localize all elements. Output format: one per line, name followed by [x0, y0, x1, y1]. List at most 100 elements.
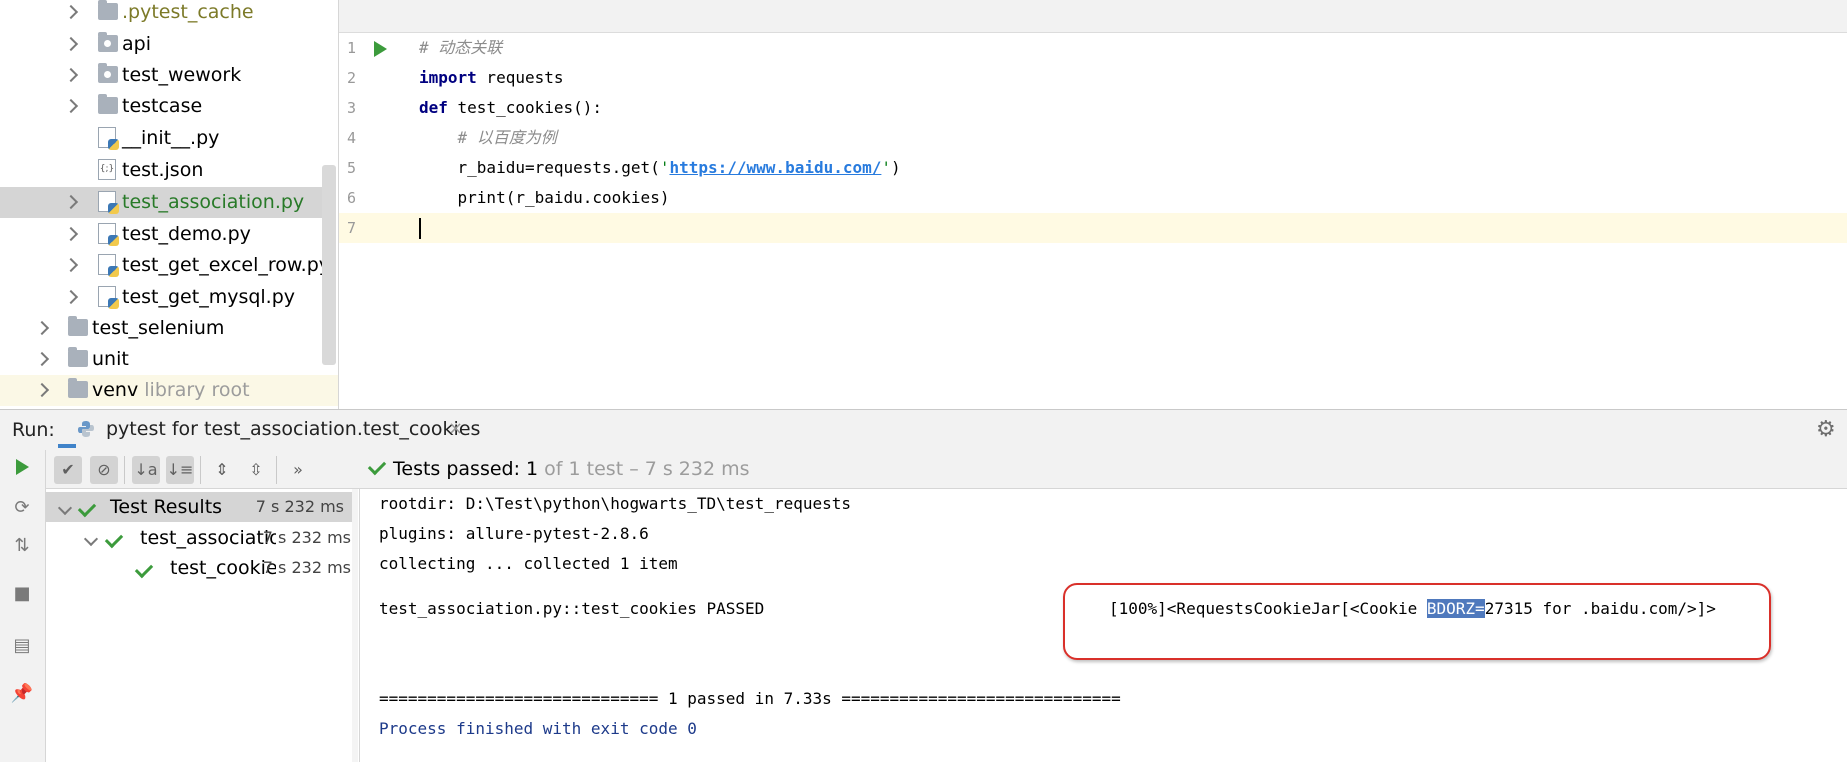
- gear-icon[interactable]: ⚙: [1816, 417, 1836, 442]
- chevron-down-icon[interactable]: [57, 500, 73, 516]
- tree-item-test-selenium[interactable]: test_selenium: [0, 313, 338, 344]
- tree-item-test-json[interactable]: {;} test.json: [0, 155, 338, 186]
- chevron-down-icon[interactable]: [83, 531, 99, 547]
- tree-item-label: test_get_excel_row.py: [122, 254, 331, 276]
- code-text: # 动态关联: [419, 38, 503, 57]
- folder-icon: [68, 347, 88, 367]
- tests-status: Tests passed: 1 of 1 test – 7 s 232 ms: [367, 456, 750, 480]
- console-summary: ============================= 1 passed i…: [379, 689, 1121, 708]
- tests-detail-text: of 1 test – 7 s 232 ms: [538, 458, 750, 480]
- chevron-right-icon[interactable]: [64, 250, 78, 281]
- folder-icon: [98, 94, 118, 114]
- sort-duration-icon[interactable]: ↓≡: [166, 456, 194, 484]
- tree-item-label: test_wework: [122, 64, 242, 86]
- json-file-icon: {;}: [98, 159, 116, 180]
- console-exit-line: Process finished with exit code 0: [379, 719, 697, 738]
- test-results-module[interactable]: test_association 7 s 232 ms: [46, 523, 359, 553]
- show-passed-icon[interactable]: ✔: [54, 456, 82, 484]
- test-results-tree: Test Results 7 s 232 ms test_association…: [46, 489, 360, 762]
- result-time: 7 s 232 ms: [255, 497, 344, 516]
- python-file-icon: [98, 223, 119, 246]
- folder-icon: [68, 316, 88, 336]
- tree-item-label: test_selenium: [92, 317, 225, 339]
- line-number: 1: [347, 39, 357, 57]
- chevron-right-icon[interactable]: [35, 313, 49, 344]
- tree-item-label: test_demo.py: [122, 223, 251, 245]
- tree-item-testcase[interactable]: testcase: [0, 91, 338, 122]
- code-line[interactable]: 5 r_baidu=requests.get('https://www.baid…: [339, 153, 1847, 183]
- line-number: 6: [347, 189, 357, 207]
- line-number: 7: [347, 219, 357, 237]
- package-folder-icon: [98, 32, 118, 52]
- chevron-right-icon[interactable]: [64, 187, 78, 218]
- code-line[interactable]: 6 print(r_baidu.cookies): [339, 183, 1847, 213]
- tree-item-unit[interactable]: unit: [0, 344, 338, 375]
- code-text: def test_cookies():: [419, 98, 603, 117]
- result-label: Test Results: [110, 496, 223, 518]
- code-line[interactable]: 4 # 以百度为例: [339, 123, 1847, 153]
- library-root-label: library root: [144, 379, 250, 401]
- sort-alpha-icon[interactable]: ↓a: [132, 456, 160, 484]
- test-toolbar: ✔ ⊘ ↓a ↓≡ ⇕ ⇳ » Tests passed: 1 of 1 tes…: [46, 450, 1847, 489]
- chevron-right-icon[interactable]: [35, 344, 49, 375]
- code-editor[interactable]: 1 # 动态关联 2 import requests 3 def test_cookies…: [339, 33, 1847, 409]
- python-file-icon: [98, 286, 119, 309]
- tree-item-label: unit: [92, 348, 129, 370]
- chevron-right-icon[interactable]: [64, 0, 78, 28]
- code-line[interactable]: 1 # 动态关联: [339, 33, 1847, 63]
- code-line[interactable]: 2 import requests: [339, 63, 1847, 93]
- close-icon[interactable]: ×: [448, 418, 463, 439]
- run-tab-title: pytest for test_association.test_cookies: [106, 418, 481, 440]
- run-label: Run:: [12, 419, 55, 441]
- check-icon: [134, 559, 154, 579]
- pin-icon[interactable]: 📌: [10, 682, 34, 706]
- rerun-failed-icon[interactable]: ⟳: [10, 496, 34, 520]
- rerun-icon[interactable]: [10, 458, 34, 482]
- code-text: # 以百度为例: [419, 128, 557, 147]
- tree-scrollbar[interactable]: [322, 165, 336, 365]
- line-number: 3: [347, 99, 357, 117]
- tree-item-pytest-cache[interactable]: .pytest_cache: [0, 0, 338, 28]
- stop-icon[interactable]: ■: [10, 582, 34, 606]
- test-results-case[interactable]: test_cookies 7 s 232 ms: [46, 553, 359, 583]
- check-icon: [77, 498, 97, 518]
- layout-icon[interactable]: ▤: [10, 634, 34, 658]
- expand-all-icon[interactable]: ⇕: [208, 456, 236, 484]
- more-icon[interactable]: »: [284, 456, 312, 484]
- chevron-right-icon[interactable]: [64, 60, 78, 91]
- tree-item-test-association-py[interactable]: test_association.py: [0, 187, 322, 218]
- tree-item-api[interactable]: api: [0, 29, 338, 60]
- tree-item-test-demo-py[interactable]: test_demo.py: [0, 219, 338, 250]
- venv-label: venv: [92, 379, 139, 401]
- toggle-auto-test-icon[interactable]: ⇅: [10, 534, 34, 558]
- tree-item-test-wework[interactable]: test_wework: [0, 60, 338, 91]
- show-ignored-icon[interactable]: ⊘: [90, 456, 118, 484]
- code-line[interactable]: 3 def test_cookies():: [339, 93, 1847, 123]
- line-number: 4: [347, 129, 357, 147]
- tree-item-label: venv library root: [92, 375, 250, 406]
- tree-item-test-get-excel-row-py[interactable]: test_get_excel_row.py: [0, 250, 338, 281]
- code-text: print(r_baidu.cookies): [419, 188, 670, 207]
- chevron-right-icon[interactable]: [64, 91, 78, 122]
- project-tree: .pytest_cache api test_wework testcase _…: [0, 0, 339, 409]
- console-line: test_association.py::test_cookies PASSED: [379, 599, 765, 618]
- python-file-icon: [98, 254, 119, 277]
- chevron-right-icon[interactable]: [35, 375, 49, 406]
- run-tab[interactable]: pytest for test_association.test_cookies…: [58, 410, 480, 448]
- code-line[interactable]: 7: [339, 213, 1847, 243]
- run-gutter-icon[interactable]: [374, 41, 387, 57]
- tree-item-test-get-mysql-py[interactable]: test_get_mysql.py: [0, 282, 338, 313]
- collapse-all-icon[interactable]: ⇳: [242, 456, 270, 484]
- tree-item-label: api: [122, 33, 151, 55]
- tree-item-label: test.json: [122, 159, 204, 181]
- tree-item-init-py[interactable]: __init__.py: [0, 123, 338, 154]
- python-file-icon: [98, 191, 119, 214]
- line-number: 2: [347, 69, 357, 87]
- chevron-right-icon[interactable]: [64, 282, 78, 313]
- code-text: import requests: [419, 68, 564, 87]
- editor-tab-bar: [339, 0, 1847, 33]
- chevron-right-icon[interactable]: [64, 29, 78, 60]
- chevron-right-icon[interactable]: [64, 219, 78, 250]
- tree-item-venv[interactable]: venv library root: [0, 375, 338, 406]
- test-results-root[interactable]: Test Results 7 s 232 ms: [46, 492, 352, 522]
